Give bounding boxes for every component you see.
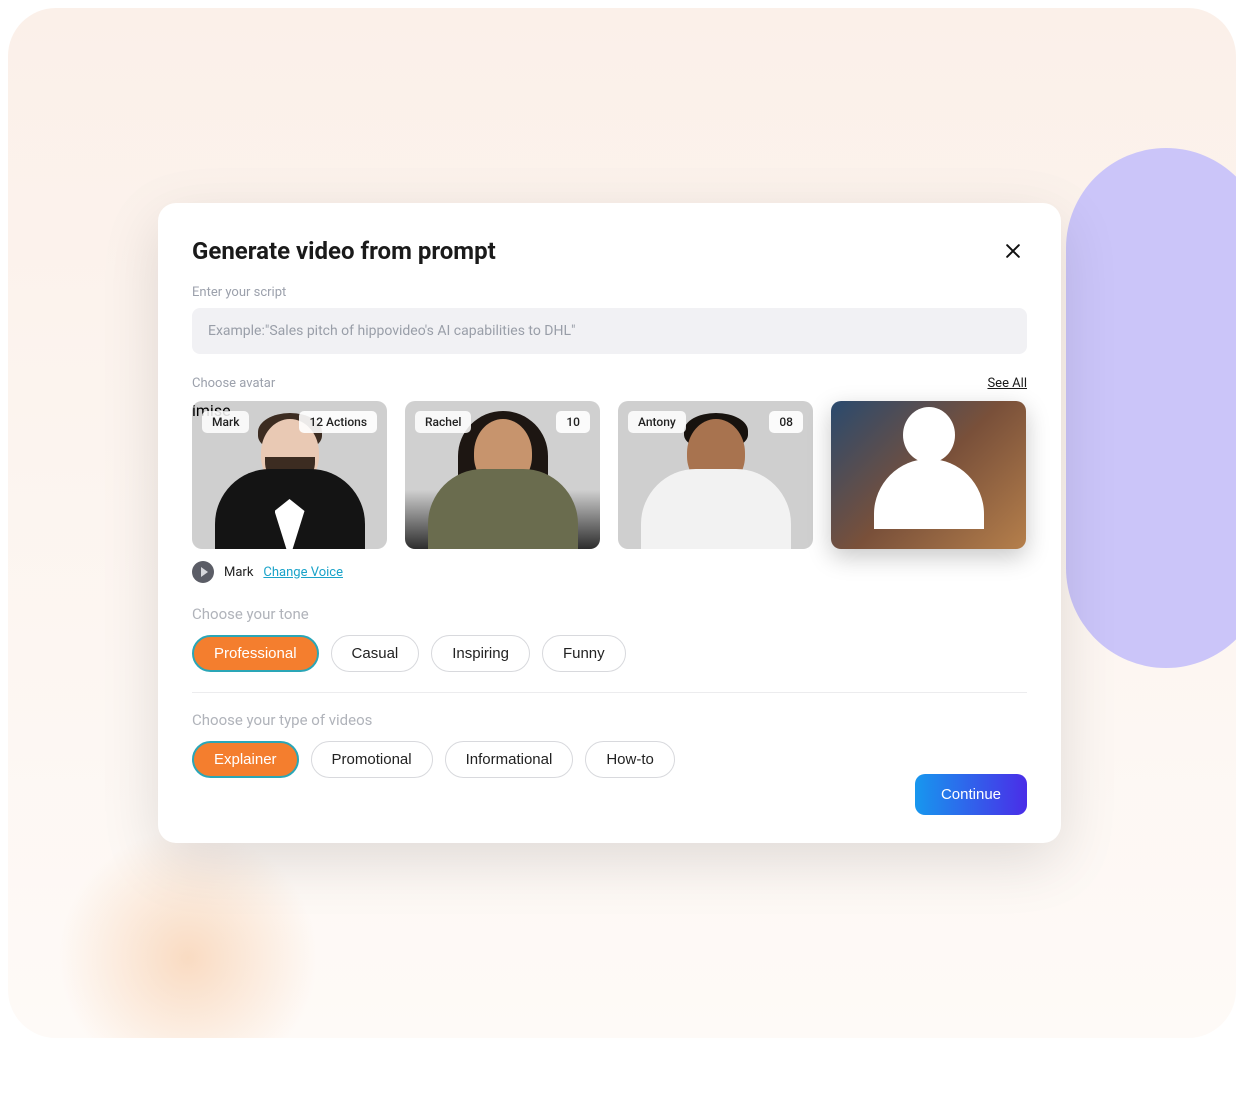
avatar-actions-badge: 10	[556, 411, 590, 433]
voice-row: Mark Change Voice	[192, 561, 1027, 583]
continue-button[interactable]: Continue	[915, 774, 1027, 815]
selected-voice-name: Mark	[224, 565, 253, 580]
avatar-list: imise Mark 12 Actions Rachel 10 Antony	[192, 401, 1027, 549]
avatar-card-mark[interactable]: imise Mark 12 Actions	[192, 401, 387, 549]
decorative-blob-peach	[58, 828, 318, 1038]
avatar-actions-badge: 08	[769, 411, 803, 433]
see-all-link[interactable]: See All	[987, 376, 1027, 391]
avatar-card-rachel[interactable]: Rachel 10	[405, 401, 600, 549]
tone-pill-funny[interactable]: Funny	[542, 635, 626, 672]
avatar-card-antony[interactable]: Antony 08	[618, 401, 813, 549]
decorative-blob-purple	[1066, 148, 1236, 668]
close-icon	[1003, 241, 1023, 261]
avatar-name: Antony	[628, 411, 686, 433]
avatar-label: Choose avatar	[192, 376, 275, 391]
type-pill-promotional[interactable]: Promotional	[311, 741, 433, 778]
script-input[interactable]: Example:"Sales pitch of hippovideo's AI …	[192, 308, 1027, 354]
play-voice-button[interactable]	[192, 561, 214, 583]
create-own-avatar-label: Create your own avatar	[864, 501, 994, 535]
type-pill-informational[interactable]: Informational	[445, 741, 574, 778]
divider	[192, 692, 1027, 693]
close-button[interactable]	[999, 237, 1027, 265]
change-voice-link[interactable]: Change Voice	[263, 565, 343, 580]
background-frame: Generate video from prompt Enter your sc…	[8, 8, 1236, 1038]
avatar-actions-badge: 12 Actions	[299, 411, 377, 433]
type-pill-explainer[interactable]: Explainer	[192, 741, 299, 778]
video-type-options: Explainer Promotional Informational How-…	[192, 741, 1027, 778]
avatar-name: Mark	[202, 411, 249, 433]
generate-video-modal: Generate video from prompt Enter your sc…	[158, 203, 1061, 843]
avatar-name: Rachel	[415, 411, 471, 433]
tone-pill-casual[interactable]: Casual	[331, 635, 420, 672]
tone-pill-inspiring[interactable]: Inspiring	[431, 635, 530, 672]
video-type-label: Choose your type of videos	[192, 711, 1027, 729]
type-pill-howto[interactable]: How-to	[585, 741, 675, 778]
create-own-avatar-card[interactable]: Create your own avatar	[831, 401, 1026, 549]
modal-title: Generate video from prompt	[192, 237, 496, 265]
tone-pill-professional[interactable]: Professional	[192, 635, 319, 672]
script-label: Enter your script	[192, 285, 1027, 300]
tone-options: Professional Casual Inspiring Funny	[192, 635, 1027, 672]
tone-label: Choose your tone	[192, 605, 1027, 623]
